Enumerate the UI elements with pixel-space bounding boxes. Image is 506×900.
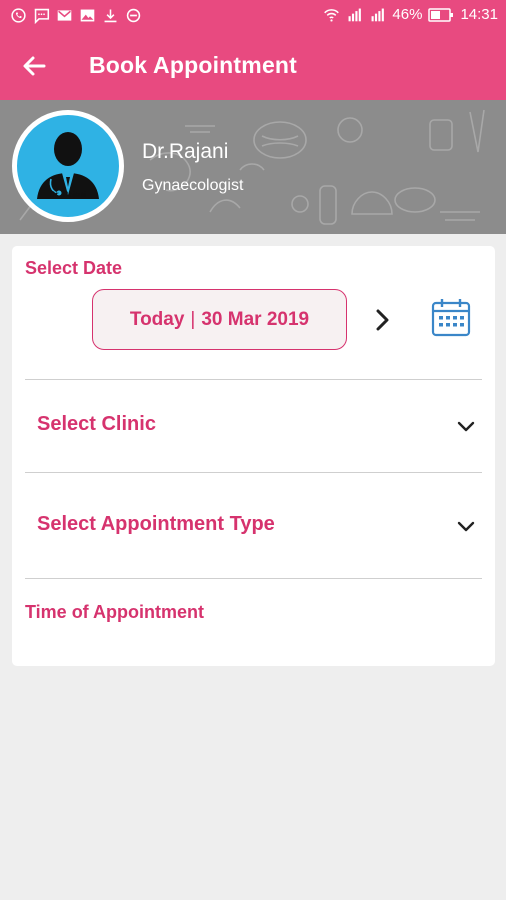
select-date-label: Select Date <box>25 258 123 278</box>
message-icon <box>34 8 50 24</box>
date-value: 30 Mar 2019 <box>201 308 310 330</box>
wifi-icon <box>324 9 340 22</box>
gallery-icon <box>80 9 95 22</box>
divider <box>25 472 482 473</box>
calendar-icon[interactable] <box>430 296 472 338</box>
time-of-appointment-label: Time of Appointment <box>25 602 204 622</box>
doctor-specialty: Gynaecologist <box>142 177 244 194</box>
date-separator: | <box>190 308 196 330</box>
signal-icon <box>371 8 385 22</box>
signal-icon <box>348 8 362 22</box>
appointment-form-card: Select Date Today | 30 Mar 2019 Select C… <box>12 246 495 666</box>
date-prefix: Today <box>129 308 185 330</box>
battery-percent: 46% <box>392 6 423 23</box>
system-status: 46% 14:31 <box>323 6 498 23</box>
chevron-down-icon <box>457 521 475 532</box>
appointment-type-dropdown-label: Select Appointment Type <box>37 513 275 535</box>
avatar-caption: Dr. Rajani <box>49 190 87 199</box>
whatsapp-icon <box>11 8 26 23</box>
gmail-icon <box>57 10 72 21</box>
date-selector-button[interactable]: Today | 30 Mar 2019 <box>92 289 347 350</box>
chevron-down-icon <box>457 421 475 432</box>
appointment-type-dropdown[interactable]: Select Appointment Type <box>12 496 495 556</box>
doctor-banner: Dr. Rajani Dr.Rajani Gynaecologist <box>0 100 506 234</box>
clinic-dropdown[interactable]: Select Clinic <box>12 396 495 456</box>
clock-time: 14:31 <box>460 6 498 23</box>
chevron-right-icon[interactable] <box>371 306 395 334</box>
divider <box>25 578 482 579</box>
doctor-name: Dr.Rajani <box>142 140 229 163</box>
divider <box>25 379 482 380</box>
download-icon <box>104 9 117 23</box>
doctor-avatar: Dr. Rajani <box>12 110 124 222</box>
page-title: Book Appointment <box>89 52 298 78</box>
app-bar: Book Appointment <box>0 32 506 100</box>
back-arrow-icon[interactable] <box>18 50 50 82</box>
battery-icon <box>428 7 454 22</box>
clinic-dropdown-label: Select Clinic <box>37 413 156 435</box>
status-bar: 46% 14:31 <box>0 0 506 32</box>
notification-icons <box>10 7 142 24</box>
dnd-icon <box>126 8 141 23</box>
doctor-figure-icon <box>37 132 99 199</box>
